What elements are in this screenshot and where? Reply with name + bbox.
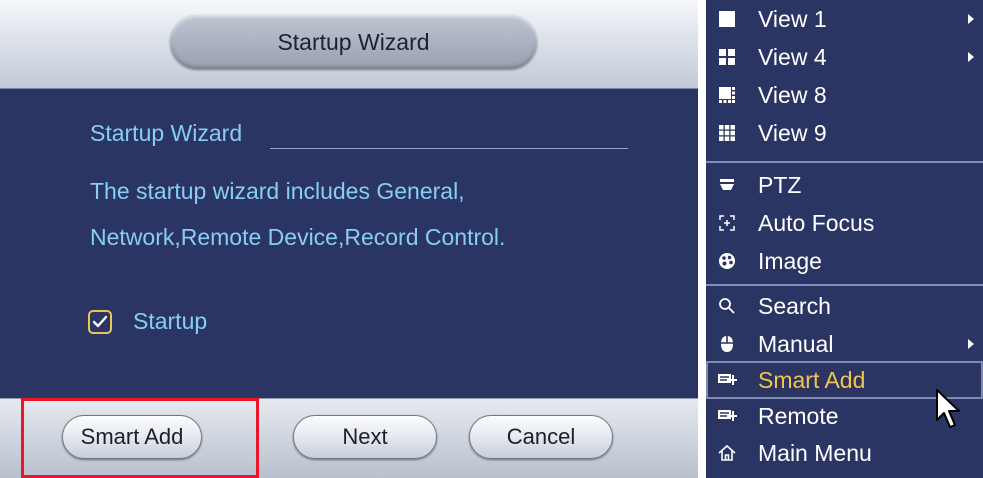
submenu-arrow-icon (968, 14, 974, 24)
mouse-icon (717, 334, 737, 354)
menu-item-label: View 8 (758, 82, 827, 108)
menu-item-label: Manual (758, 331, 834, 357)
menu-item-auto-focus[interactable]: Auto Focus (706, 204, 983, 242)
menu-item-label: Smart Add (758, 367, 866, 393)
section-divider (270, 148, 628, 149)
submenu-arrow-icon (968, 52, 974, 62)
wizard-description: The startup wizard includes General, Net… (90, 168, 690, 260)
next-button[interactable]: Next (293, 415, 437, 459)
menu-item-label: View 4 (758, 44, 827, 70)
description-line-1: The startup wizard includes General, (90, 178, 465, 204)
menu-item-label: Auto Focus (758, 210, 875, 236)
menu-item-label: Search (758, 293, 831, 319)
home-icon (717, 443, 737, 463)
checkmark-icon (92, 315, 108, 327)
search-icon (717, 296, 737, 316)
dialog-title: Startup Wizard (170, 15, 537, 69)
menu-item-view-4[interactable]: View 4 (706, 38, 983, 76)
remote-device-icon (717, 406, 737, 426)
startup-checkbox[interactable] (88, 309, 112, 334)
menu-item-search[interactable]: Search (706, 287, 983, 325)
dialog-titlebar: Startup Wizard (0, 0, 698, 89)
menu-item-label: Main Menu (758, 440, 872, 466)
menu-item-label: Remote (758, 403, 839, 429)
startup-checkbox-label[interactable]: Startup (133, 308, 207, 335)
mouse-pointer-icon (936, 389, 960, 428)
menu-item-label: Image (758, 248, 822, 274)
menu-item-main-menu[interactable]: Main Menu (706, 434, 983, 472)
menu-item-label: PTZ (758, 172, 802, 198)
dialog-footer: Smart Add Next Cancel (0, 398, 698, 478)
smart-add-button[interactable]: Smart Add (62, 415, 202, 459)
quad-view-icon (717, 47, 737, 67)
image-palette-icon (717, 251, 737, 271)
cancel-button[interactable]: Cancel (469, 415, 613, 459)
menu-item-label: View 1 (758, 6, 827, 32)
ptz-icon (717, 175, 737, 195)
menu-item-view-9[interactable]: View 9 (706, 114, 983, 152)
startup-wizard-dialog: Startup Wizard Startup Wizard The startu… (0, 0, 698, 478)
menu-item-manual[interactable]: Manual (706, 325, 983, 363)
startup-checkbox-row[interactable]: Startup (88, 308, 207, 335)
menu-separator (706, 284, 983, 286)
submenu-arrow-icon (968, 339, 974, 349)
auto-focus-icon (717, 213, 737, 233)
section-title: Startup Wizard (90, 120, 243, 146)
smart-add-icon (717, 370, 737, 390)
menu-item-ptz[interactable]: PTZ (706, 166, 983, 204)
menu-item-view-8[interactable]: View 8 (706, 76, 983, 114)
description-line-2: Network,Remote Device,Record Control. (90, 224, 506, 250)
menu-separator (706, 161, 983, 163)
menu-item-label: View 9 (758, 120, 827, 146)
menu-item-image[interactable]: Image (706, 242, 983, 280)
menu-item-view-1[interactable]: View 1 (706, 0, 983, 38)
single-view-icon (717, 9, 737, 29)
nine-view-icon (717, 123, 737, 143)
eight-view-icon (717, 85, 737, 105)
